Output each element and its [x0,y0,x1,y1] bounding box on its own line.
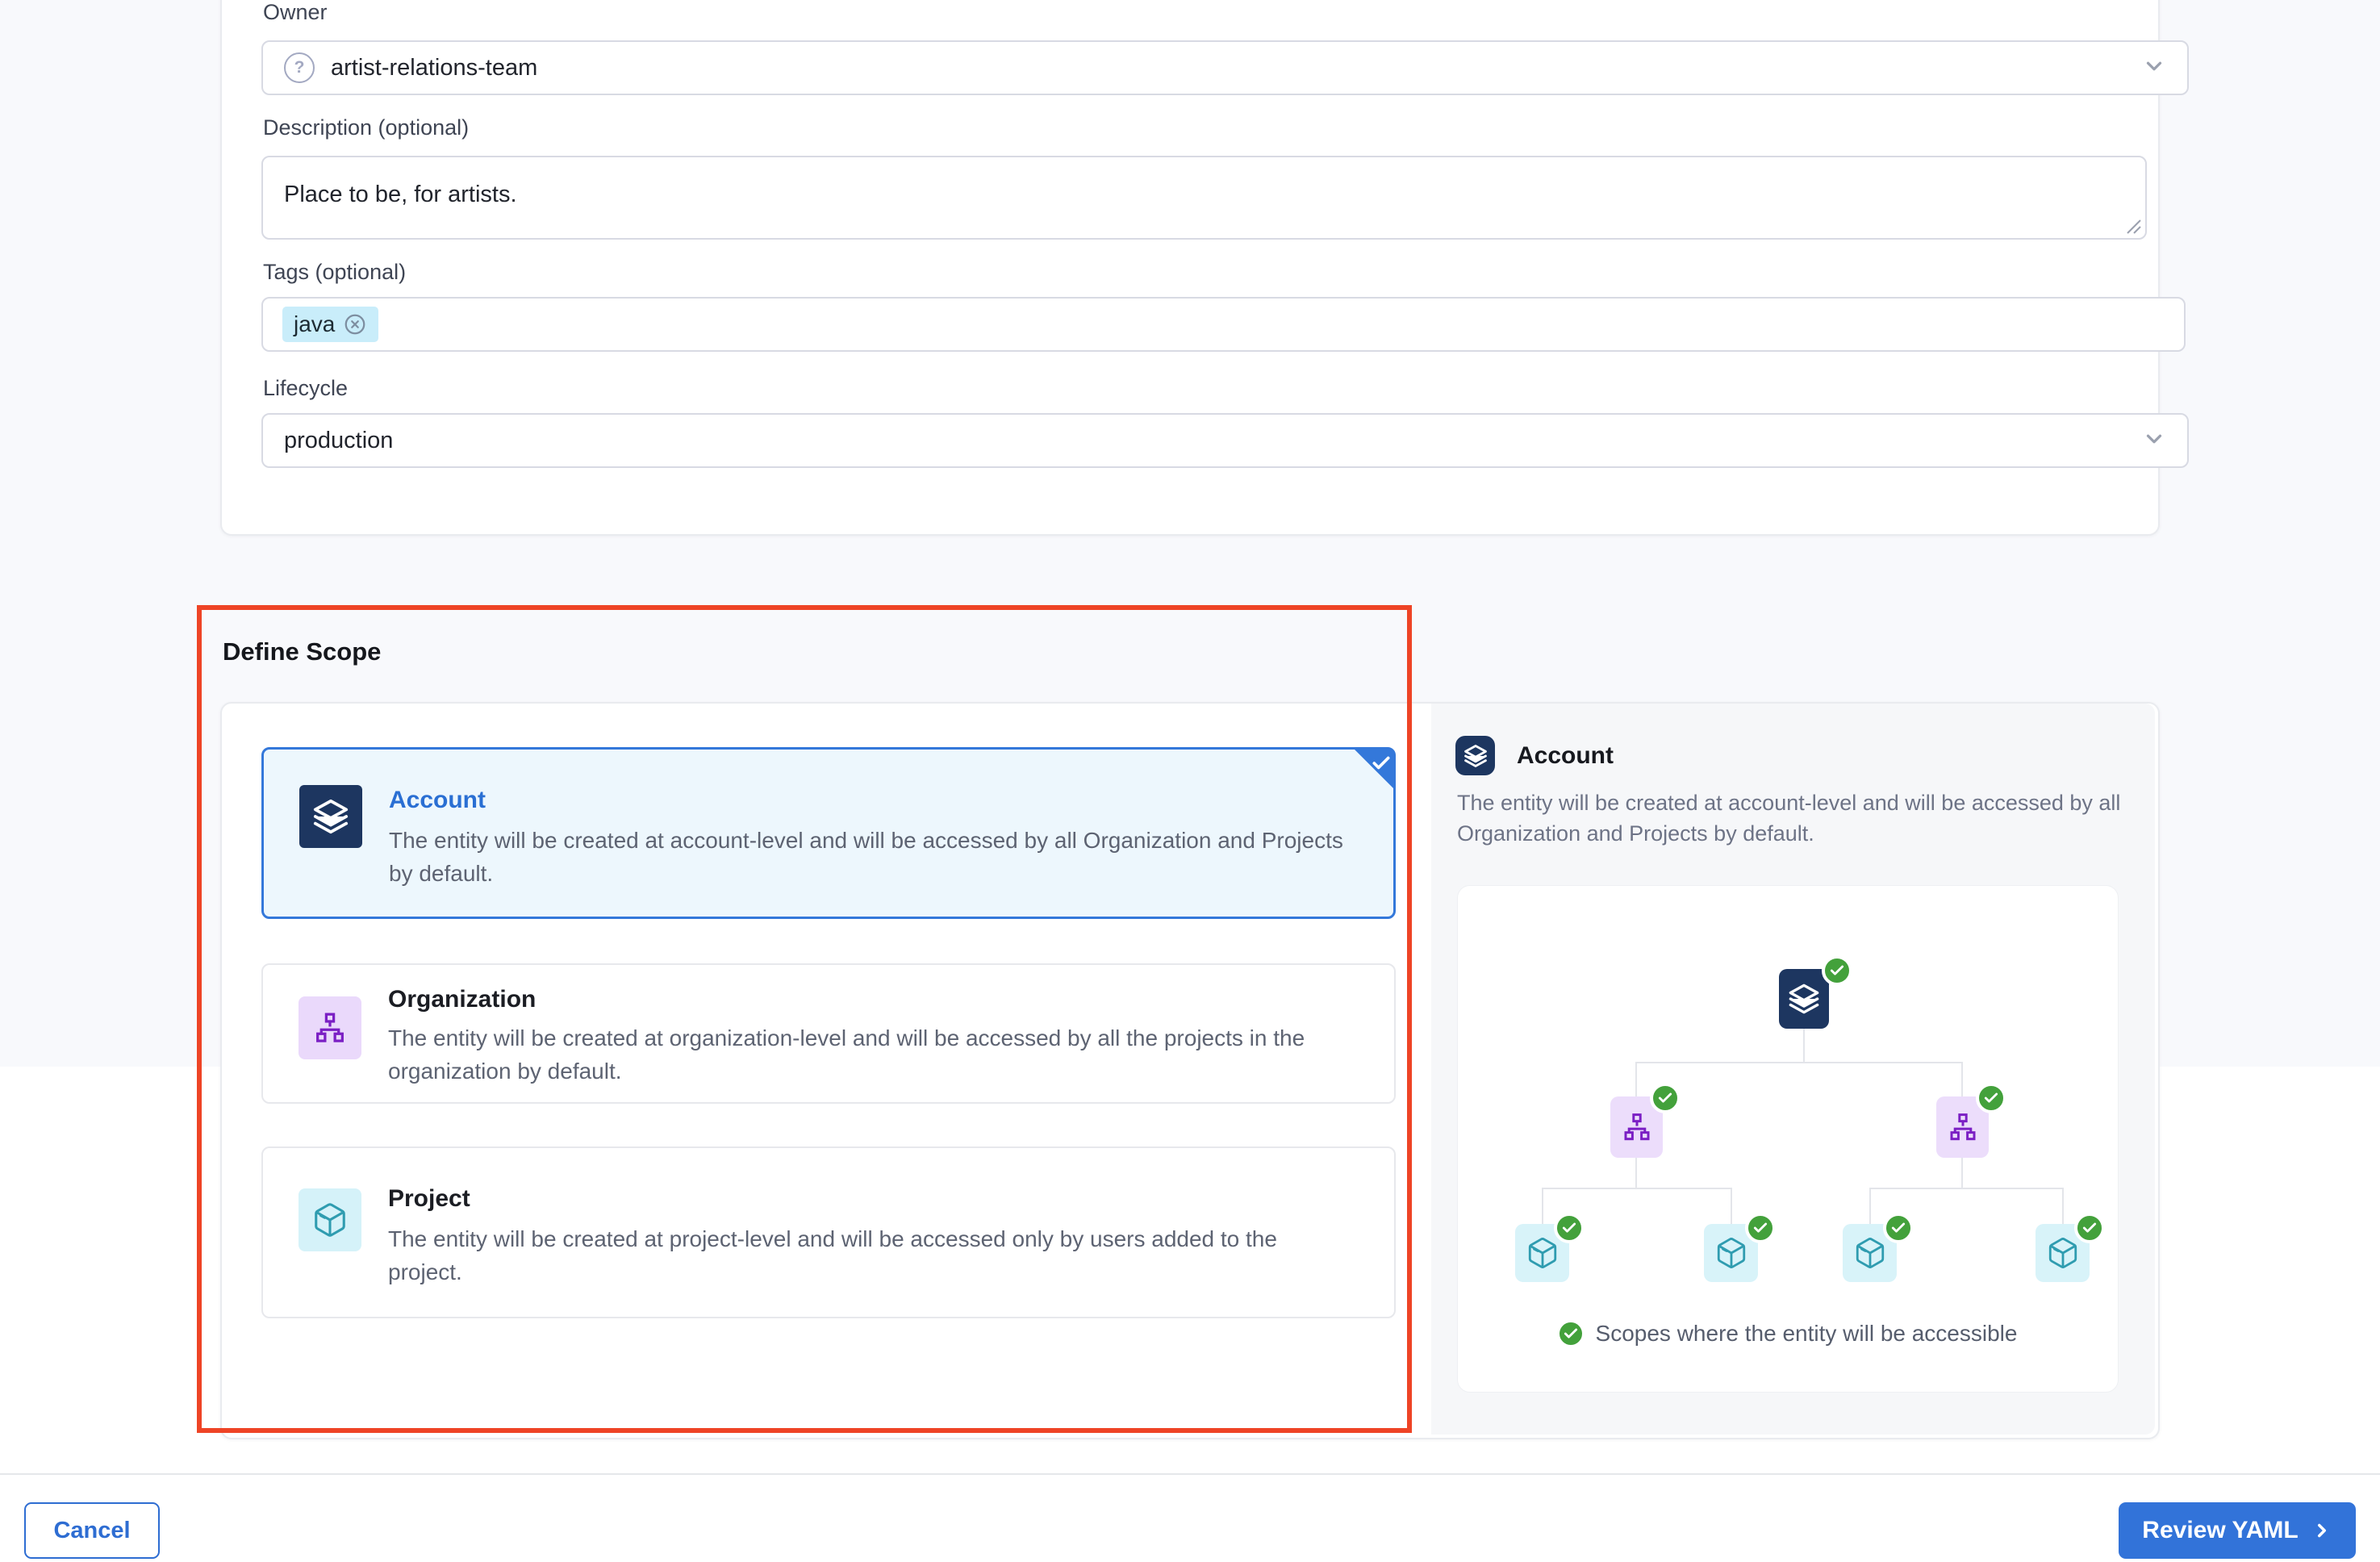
review-yaml-label: Review YAML [2142,1517,2298,1544]
cube-icon [311,1201,349,1238]
resize-handle-icon[interactable] [2124,217,2142,235]
cube-icon [1853,1236,1887,1270]
chevron-right-icon [2311,1520,2332,1541]
tree-connector [1635,1158,1637,1189]
tree-connector [1542,1188,1543,1225]
project-option-desc: The entity will be created at project-le… [388,1222,1372,1288]
define-scope-title: Define Scope [223,637,381,666]
tree-connector [1731,1188,1732,1225]
tree-connector [1635,1062,1963,1063]
tag-chip[interactable]: java [282,307,378,342]
check-icon [1371,753,1392,774]
layers-icon [1463,744,1488,768]
diagram-caption: Scopes where the entity will be accessib… [1457,1320,2117,1347]
desc-line: The entity will be created at project-le… [388,1222,1372,1255]
cancel-button[interactable]: Cancel [24,1502,160,1559]
description-value: Place to be, for artists. [263,157,538,232]
organization-option-desc: The entity will be created at organizati… [388,1021,1372,1088]
project-option-title: Project [388,1185,470,1213]
scope-option-organization[interactable]: Organization The entity will be created … [261,963,1396,1104]
desc-line: project. [388,1255,1372,1288]
tags-input[interactable]: java [261,297,2186,352]
account-option-title: Account [389,787,486,814]
tree-connector [1869,1188,1871,1225]
help-circle-icon: ? [284,52,315,83]
account-option-desc: The entity will be created at account-le… [389,824,1373,890]
org-chart-icon [1620,1110,1654,1144]
preview-title: Account [1517,742,1614,770]
layers-icon [1788,983,1820,1015]
scope-option-account[interactable]: Account The entity will be created at ac… [261,747,1396,919]
description-label: Description (optional) [263,115,469,140]
desc-line: by default. [389,857,1373,890]
org-chart-icon [311,1009,349,1046]
tree-connector [1803,1028,1805,1063]
tree-connector [1635,1062,1637,1097]
cube-icon [1526,1236,1560,1270]
desc-line: The entity will be created at account-le… [1457,787,2120,818]
check-circle-icon [1745,1213,1776,1243]
check-circle-icon [1554,1213,1585,1243]
layers-icon [312,798,349,835]
preview-header-icon [1455,736,1495,775]
project-option-icon [299,1188,361,1251]
circle-x-icon[interactable] [343,312,367,336]
lifecycle-label: Lifecycle [263,376,348,401]
tree-connector [1869,1188,2064,1189]
org-chart-icon [1946,1110,1980,1144]
chevron-down-icon [2142,427,2166,455]
check-circle-icon [1822,955,1852,986]
tree-connector [1961,1158,1963,1189]
scope-option-project[interactable]: Project The entity will be created at pr… [261,1146,1396,1318]
diagram-caption-text: Scopes where the entity will be accessib… [1596,1321,2018,1347]
check-circle-icon [1883,1213,1914,1243]
desc-line: The entity will be created at account-le… [389,824,1373,857]
check-circle-icon [1650,1083,1681,1113]
lifecycle-value: production [284,428,393,454]
lifecycle-select[interactable]: production [261,413,2189,468]
tags-label: Tags (optional) [263,260,406,285]
cube-icon [1714,1236,1748,1270]
owner-select[interactable]: ? artist-relations-team [261,40,2189,95]
desc-line: The entity will be created at organizati… [388,1021,1372,1055]
owner-value: artist-relations-team [331,55,537,81]
check-circle-icon [2074,1213,2105,1243]
chevron-down-icon [2142,54,2166,82]
account-option-icon [299,785,362,848]
description-textarea[interactable]: Place to be, for artists. [261,156,2147,240]
cube-icon [2046,1236,2080,1270]
desc-line: Organization and Projects by default. [1457,818,2120,849]
owner-label: Owner [263,0,328,25]
check-circle-icon [1557,1320,1585,1347]
review-yaml-button[interactable]: Review YAML [2119,1502,2356,1559]
preview-description: The entity will be created at account-le… [1457,787,2120,849]
scope-diagram-card [1457,885,2119,1393]
tree-connector [2062,1188,2064,1225]
tree-node-account [1779,969,1829,1029]
check-circle-icon [1976,1083,2006,1113]
tag-chip-label: java [294,311,335,337]
desc-line: organization by default. [388,1055,1372,1088]
organization-option-title: Organization [388,986,536,1013]
tree-connector [1542,1188,1732,1189]
organization-option-icon [299,996,361,1059]
tree-connector [1961,1062,1963,1097]
footer-divider [0,1473,2380,1475]
